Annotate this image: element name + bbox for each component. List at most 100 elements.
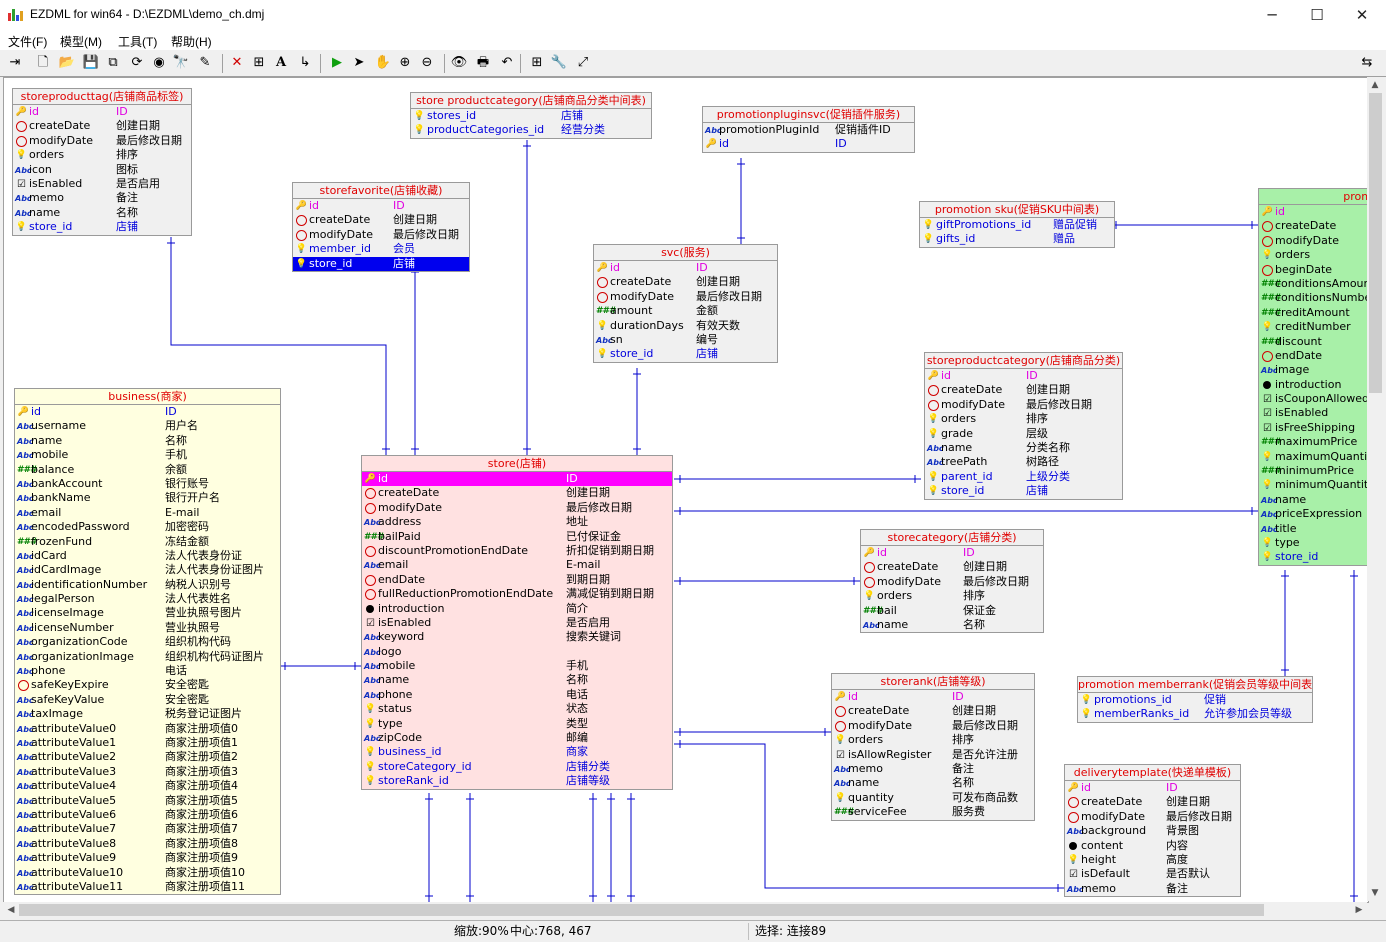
field-row[interactable]: 💡 productCategories_id 经营分类 [411,123,651,137]
field-row[interactable]: Abc attributeValue4 商家注册项值4 [15,779,280,793]
field-row[interactable]: 💡 orders 排序 [861,589,1043,603]
field-row[interactable]: Abc sn 编号 [594,333,777,347]
field-row[interactable]: Abc attributeValue0 商家注册项值0 [15,722,280,736]
field-row[interactable]: introduction [1259,378,1368,392]
field-row[interactable]: ☑ isAllowRegister 是否允许注册 [832,748,1034,762]
field-row[interactable]: Abc bankAccount 银行账号 [15,477,280,491]
field-row[interactable]: discountPromotionEndDate 折扣促销到期日期 [362,544,672,558]
new-icon[interactable]: 🗋 [34,54,52,72]
highlight-icon[interactable]: ✎ [196,54,214,72]
field-row[interactable]: createDate 创建日期 [13,119,191,133]
field-row[interactable]: Abc image [1259,363,1368,377]
table-storefavorite[interactable]: storefavorite(店铺收藏) 🔑 id ID createDate 创建日期 mo… [292,182,470,272]
maximize-button[interactable]: ☐ [1294,0,1340,30]
field-row[interactable]: ### balance 余额 [15,463,280,477]
field-row[interactable]: modifyDate 最后修改日期 [832,719,1034,733]
field-row[interactable]: createDate 创建日期 [832,704,1034,718]
field-row[interactable]: Abc background 背景图 [1065,824,1240,838]
field-row[interactable]: 💡 stores_id 店铺 [411,109,651,123]
find-icon[interactable]: 🔭 [172,54,190,72]
fit-icon[interactable]: ⤢ [574,54,592,72]
field-row[interactable]: Abc name 分类名称 [925,441,1122,455]
field-row[interactable]: 💡 memberRanks_id 允许参加会员等级 [1078,707,1312,721]
table-promotion-memberrank[interactable]: promotion memberrank(促销会员等级中间表) 💡 promotio… [1077,676,1313,723]
field-row[interactable]: ### minimumPrice [1259,464,1368,478]
menu-tools[interactable]: 工具(T) [118,33,157,50]
field-row[interactable]: Abc attributeValue9 商家注册项值9 [15,851,280,865]
field-row[interactable]: Abc name 名称 [861,618,1043,632]
field-row[interactable]: 💡 orders 排序 [925,412,1122,426]
field-row[interactable]: 💡 orders [1259,248,1368,262]
field-row[interactable]: 💡 type 类型 [362,717,672,731]
field-row[interactable]: 💡 minimumQuantity [1259,478,1368,492]
field-row[interactable]: 🔑 id ID [925,369,1122,383]
diagram-canvas[interactable]: storeproducttag(店铺商品标签) 🔑 id ID createDate 创建… [3,77,1369,903]
field-row[interactable]: 💡 orders 排序 [832,733,1034,747]
pointer-icon[interactable]: ➤ [350,54,368,72]
field-row[interactable]: Abc keyword 搜索关键词 [362,630,672,644]
field-row[interactable]: Abc mobile 手机 [15,448,280,462]
field-row[interactable]: Abc memo 备注 [832,762,1034,776]
field-row[interactable]: Abc legalPerson 法人代表姓名 [15,592,280,606]
scroll-down-arrow-icon[interactable]: ▼ [1367,885,1383,901]
field-row[interactable]: ### frozenFund 冻结金额 [15,535,280,549]
field-row[interactable]: 🔑 id ID [15,405,280,419]
field-row[interactable]: createDate 创建日期 [1065,795,1240,809]
print-icon[interactable]: 🖶 [474,54,492,72]
table-business[interactable]: business(商家) 🔑 id ID Abc username 用户名 Abc name 名称… [14,388,281,896]
field-row[interactable]: Abc attributeValue5 商家注册项值5 [15,794,280,808]
field-row[interactable]: 💡 store_id 店铺 [594,347,777,361]
field-row[interactable]: ☑ isEnabled 是否启用 [13,177,191,191]
field-row[interactable]: Abc bankName 银行开户名 [15,491,280,505]
add-table-icon[interactable]: ⊞ [528,54,546,72]
field-row[interactable]: Abc attributeValue3 商家注册项值3 [15,765,280,779]
field-row[interactable]: Abc memo 备注 [1065,882,1240,896]
field-row[interactable]: Abc licenseImage 营业执照号图片 [15,606,280,620]
table-icon[interactable]: ⊞ [250,54,268,72]
field-row[interactable]: 💡 storeRank_id 店铺等级 [362,774,672,788]
field-row[interactable]: Abc email E-mail [15,506,280,520]
field-row[interactable]: 💡 orders 排序 [13,148,191,162]
field-row[interactable]: modifyDate [1259,234,1368,248]
menu-help[interactable]: 帮助(H) [171,33,212,50]
field-row[interactable]: Abc name [1259,493,1368,507]
field-row[interactable]: 🔑 id [1259,205,1368,219]
field-row[interactable]: ### amount 金额 [594,304,777,318]
field-row[interactable]: Abc attributeValue2 商家注册项值2 [15,750,280,764]
field-row[interactable]: 💡 durationDays 有效天数 [594,319,777,333]
field-row[interactable]: Abc attributeValue1 商家注册项值1 [15,736,280,750]
field-row[interactable]: 💡 promotions_id 促销 [1078,693,1312,707]
field-row[interactable]: modifyDate 最后修改日期 [861,575,1043,589]
field-row[interactable]: 💡 status 状态 [362,702,672,716]
field-row[interactable]: Abc phone 电话 [15,664,280,678]
undo-icon[interactable]: ↶ [498,54,516,72]
field-row[interactable]: Abc name 名称 [15,434,280,448]
field-row[interactable]: content 内容 [1065,839,1240,853]
field-row[interactable]: 🔑 id ID [1065,781,1240,795]
field-row[interactable]: Abc zipCode 邮编 [362,731,672,745]
field-row[interactable]: Abc logo [362,645,672,659]
copy-icon[interactable]: ⧉ [104,54,122,72]
field-row[interactable]: Abc safeKeyValue 安全密匙 [15,693,280,707]
open-icon[interactable]: 📂 [58,54,76,72]
view-icon[interactable]: 👁 [450,54,468,72]
field-row[interactable]: modifyDate 最后修改日期 [293,228,469,242]
menu-model[interactable]: 模型(M) [60,33,102,50]
field-row[interactable]: Abc taxImage 税务登记证图片 [15,707,280,721]
field-row[interactable]: modifyDate 最后修改日期 [925,398,1122,412]
field-row[interactable]: Abc encodedPassword 加密密码 [15,520,280,534]
field-row[interactable]: Abc mobile 手机 [362,659,672,673]
export-icon[interactable]: ⇥ [6,54,24,72]
field-row[interactable]: modifyDate 最后修改日期 [594,290,777,304]
vertical-scrollbar[interactable]: ▲ ▼ [1367,77,1384,901]
field-row[interactable]: ### maximumPrice [1259,435,1368,449]
minimize-button[interactable]: ─ [1249,0,1295,30]
field-row[interactable]: ☑ isCouponAllowed [1259,392,1368,406]
field-row[interactable]: Abc attributeValue7 商家注册项值7 [15,822,280,836]
field-row[interactable]: Abc attributeValue11 商家注册项值11 [15,880,280,894]
field-row[interactable]: 💡 store_id 店铺 [293,256,469,271]
field-row[interactable]: endDate 到期日期 [362,573,672,587]
field-row[interactable]: 💡 storeCategory_id 店铺分类 [362,760,672,774]
zoom-in-icon[interactable]: ⊕ [396,54,414,72]
field-row[interactable]: 🔑 id ID [362,472,672,487]
